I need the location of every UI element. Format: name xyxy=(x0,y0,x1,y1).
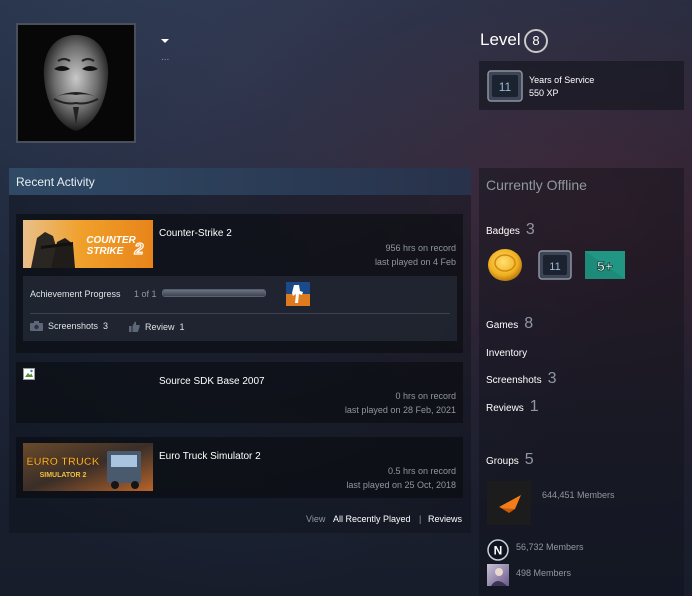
svg-text:5+: 5+ xyxy=(597,258,613,274)
achievement-count: 1 of 1 xyxy=(134,289,157,299)
gold-coin-badge-icon[interactable] xyxy=(487,248,523,282)
groups-link[interactable]: Groups 5 xyxy=(486,452,534,468)
review-label: Review xyxy=(145,321,175,332)
screenshots-sidebar-label: Screenshots xyxy=(486,375,542,386)
achievement-box: Achievement Progress 1 of 1 Screenshots … xyxy=(23,276,457,341)
svg-text:STRIKE: STRIKE xyxy=(87,246,124,257)
svg-text:11: 11 xyxy=(499,80,512,94)
profile-menu-caret-icon[interactable] xyxy=(161,39,169,43)
community-badge-icon[interactable]: 5+ xyxy=(585,251,625,279)
game-row-source-sdk-base-2007: Source SDK Base 2007 0 hrs on record las… xyxy=(16,362,463,423)
broken-image-icon[interactable] xyxy=(23,368,35,380)
groups-count: 5 xyxy=(524,451,534,468)
group-avatar-icon[interactable] xyxy=(487,564,509,586)
group-members: 644,451 Members xyxy=(542,490,615,500)
games-label: Games xyxy=(486,320,519,331)
game-hours: 0.5 hrs on record xyxy=(387,466,456,476)
game-hours: 0 hrs on record xyxy=(395,391,456,401)
review-count: 1 xyxy=(179,321,185,332)
recent-activity-title: Recent Activity xyxy=(16,175,95,189)
featured-badge[interactable]: 11 Years of Service 550 XP xyxy=(479,61,684,110)
recent-activity-panel: COUNTER STRIKE 2 Counter-Strike 2 956 hr… xyxy=(9,195,471,533)
game-row-euro-truck-simulator-2: EURO TRUCK SIMULATOR 2 Euro Truck Simula… xyxy=(16,437,463,498)
reviews-sidebar-count: 1 xyxy=(529,398,539,415)
review-link[interactable]: Review 1 xyxy=(129,321,185,332)
screenshots-label: Screenshots xyxy=(48,321,99,331)
groups-label: Groups xyxy=(486,456,519,467)
game-capsule-ets2[interactable]: EURO TRUCK SIMULATOR 2 xyxy=(23,443,153,491)
camera-icon xyxy=(30,321,43,331)
level-label: Level xyxy=(480,30,521,49)
game-last-played: last played on 28 Feb, 2021 xyxy=(344,405,456,415)
games-link[interactable]: Games 8 xyxy=(486,316,533,332)
featured-badge-title: Years of Service xyxy=(529,75,595,85)
level-badge[interactable]: 8 xyxy=(524,29,548,53)
games-count: 8 xyxy=(524,315,534,332)
svg-text:SIMULATOR 2: SIMULATOR 2 xyxy=(40,472,87,479)
group-members: 498 Members xyxy=(516,568,572,578)
game-name[interactable]: Source SDK Base 2007 xyxy=(159,376,265,387)
game-capsule-cs2[interactable]: COUNTER STRIKE 2 xyxy=(23,220,153,268)
reviews-link[interactable]: Reviews xyxy=(428,514,462,524)
featured-badge-xp: 550 XP xyxy=(529,88,559,98)
screenshots-sidebar-link[interactable]: Screenshots 3 xyxy=(486,371,557,387)
achievement-progress-label[interactable]: Achievement Progress xyxy=(30,289,121,299)
cs-achievement-icon xyxy=(286,282,310,306)
euro-truck-simulator-2-capsule-icon: EURO TRUCK SIMULATOR 2 xyxy=(23,443,153,491)
screenshots-count: 3 xyxy=(103,321,109,331)
badges-label: Badges xyxy=(486,226,520,237)
reviews-sidebar-label: Reviews xyxy=(486,403,524,414)
game-hours: 956 hrs on record xyxy=(385,243,456,253)
game-name[interactable]: Counter-Strike 2 xyxy=(159,228,232,239)
avatar[interactable] xyxy=(16,23,136,143)
years-of-service-small-badge-icon[interactable]: 11 xyxy=(538,250,572,280)
inventory-link[interactable]: Inventory xyxy=(486,348,527,359)
recent-activity-header: Recent Activity xyxy=(9,168,471,195)
group-members: 56,732 Members xyxy=(516,542,584,552)
achievement-icon[interactable] xyxy=(286,282,310,306)
all-recently-played-link[interactable]: All Recently Played xyxy=(333,514,411,524)
svg-text:EURO TRUCK: EURO TRUCK xyxy=(26,456,99,468)
achievement-progress-bar xyxy=(162,289,266,297)
inventory-label: Inventory xyxy=(486,348,528,359)
game-name[interactable]: Euro Truck Simulator 2 xyxy=(159,451,261,462)
years-of-service-badge-icon: 11 xyxy=(487,70,523,102)
achievement-divider xyxy=(30,313,450,314)
game-row-counter-strike-2: COUNTER STRIKE 2 Counter-Strike 2 956 hr… xyxy=(16,214,463,353)
svg-text:N: N xyxy=(494,544,503,558)
profile-sidebar: Currently Offline Badges 3 11 5+ Games 8… xyxy=(479,168,684,596)
thumbs-up-icon xyxy=(129,321,140,332)
guy-fawkes-mask-icon xyxy=(18,25,134,141)
screenshots-sidebar-count: 3 xyxy=(547,370,557,387)
svg-text:COUNTER: COUNTER xyxy=(86,235,136,246)
group-avatar-icon[interactable]: N xyxy=(487,539,509,561)
game-last-played: last played on 25 Oct, 2018 xyxy=(346,480,456,490)
badges-count: 3 xyxy=(525,221,535,238)
view-label: View xyxy=(306,514,326,524)
online-status: Currently Offline xyxy=(486,177,587,193)
svg-text:11: 11 xyxy=(549,261,560,273)
achievement-progress-fill xyxy=(163,290,265,296)
reviews-sidebar-link[interactable]: Reviews 1 xyxy=(486,399,539,415)
group-avatar-icon[interactable] xyxy=(487,481,531,525)
game-last-played: last played on 4 Feb xyxy=(374,257,456,267)
profile-name: ... xyxy=(161,52,170,63)
counter-strike-2-capsule-icon: COUNTER STRIKE 2 xyxy=(23,220,153,268)
footer-separator: | xyxy=(419,514,422,524)
badges-link[interactable]: Badges 3 xyxy=(486,222,535,238)
svg-text:2: 2 xyxy=(134,241,144,258)
screenshots-link[interactable]: Screenshots 3 xyxy=(30,321,108,331)
